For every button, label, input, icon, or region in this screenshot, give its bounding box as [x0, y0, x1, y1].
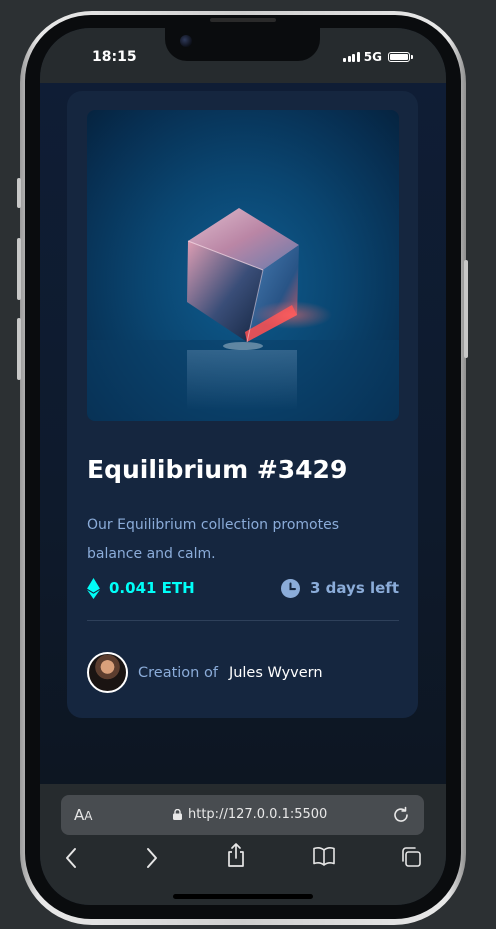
address-bar[interactable]: AA http://127.0.0.1:5500: [61, 795, 424, 835]
url-display[interactable]: http://127.0.0.1:5500: [173, 807, 327, 822]
forward-icon[interactable]: [145, 846, 159, 870]
creator-name-link[interactable]: Jules Wyvern: [229, 665, 323, 681]
volume-down-button: [17, 318, 21, 380]
phone-screen: 18:15 5G Equilibrium #3429 Our Equilibri…: [40, 28, 446, 905]
equilibrium-cube-image: [87, 208, 399, 421]
time-left-value: 3 days left: [310, 579, 399, 597]
status-time: 18:15: [92, 49, 137, 65]
nft-description: Our Equilibrium collection promotes bala…: [87, 517, 339, 562]
web-page[interactable]: Equilibrium #3429 Our Equilibrium collec…: [40, 83, 446, 784]
text-size-button[interactable]: AA: [74, 806, 92, 824]
nft-card: Equilibrium #3429 Our Equilibrium collec…: [67, 91, 418, 718]
home-indicator[interactable]: [173, 894, 313, 899]
status-bar: 18:15 5G: [40, 28, 446, 83]
lock-icon: [173, 809, 182, 820]
creation-label: Creation of: [138, 664, 218, 681]
reload-icon[interactable]: [392, 806, 410, 824]
nft-stats: 0.041 ETH 3 days left: [87, 576, 399, 600]
back-icon[interactable]: [64, 846, 78, 870]
status-indicators: 5G: [343, 50, 413, 64]
bookmarks-icon[interactable]: [312, 846, 336, 866]
url-text: http://127.0.0.1:5500: [188, 807, 328, 822]
mute-switch: [17, 178, 21, 208]
ethereum-icon: [87, 577, 100, 599]
divider: [87, 620, 399, 621]
tabs-icon[interactable]: [400, 846, 422, 868]
network-label: 5G: [363, 50, 382, 64]
volume-up-button: [17, 238, 21, 300]
signal-icon: [343, 52, 360, 62]
front-camera: [180, 35, 192, 47]
power-button: [464, 260, 468, 358]
creator-row: Creation of Jules Wyvern: [87, 652, 323, 693]
share-icon[interactable]: [226, 842, 246, 868]
browser-toolbar: [40, 843, 446, 874]
clock-icon: [281, 578, 300, 598]
notch: [165, 28, 320, 61]
price-group: 0.041 ETH: [87, 577, 195, 599]
speaker-grille: [210, 18, 276, 22]
creator-avatar: [87, 652, 128, 693]
browser-bottom-bar: AA http://127.0.0.1:5500: [40, 784, 446, 905]
nft-image[interactable]: [87, 110, 399, 421]
time-left-group: 3 days left: [281, 578, 399, 598]
price-value: 0.041 ETH: [109, 579, 195, 597]
battery-icon: [388, 52, 413, 62]
nft-title[interactable]: Equilibrium #3429: [87, 455, 347, 484]
